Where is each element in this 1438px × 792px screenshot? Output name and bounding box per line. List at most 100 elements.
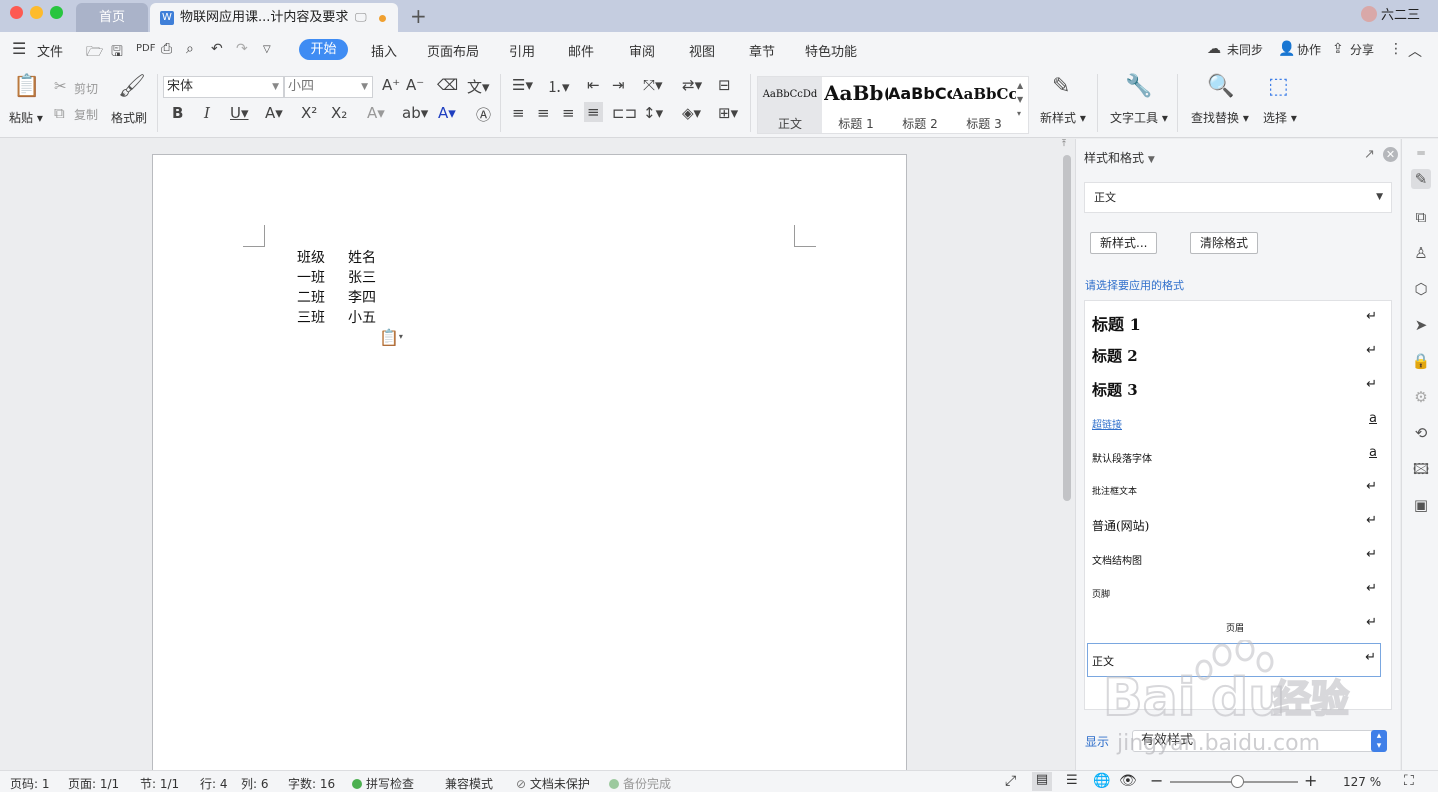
italic-icon[interactable]: I xyxy=(204,104,210,122)
text-effect-icon[interactable]: A▾ xyxy=(367,104,385,122)
zoom-out-button[interactable]: − xyxy=(1150,771,1163,790)
cube-icon[interactable]: ⬡ xyxy=(1411,279,1431,299)
bullet-list-icon[interactable]: ☰▾ xyxy=(512,76,533,94)
panel-popout-icon[interactable]: ↗ xyxy=(1364,147,1375,162)
character-border-icon[interactable]: Ⓐ xyxy=(476,104,491,125)
collaborate-icon[interactable]: 👤 xyxy=(1278,41,1295,57)
strikethrough-icon[interactable]: A▾ xyxy=(265,104,283,122)
fit-page-icon[interactable]: ⛶ xyxy=(1404,773,1414,789)
style-item-header[interactable]: 页眉 ↵ xyxy=(1085,609,1391,643)
underline-icon[interactable]: U▾ xyxy=(230,104,249,122)
cursor-select-icon[interactable]: ➤ xyxy=(1411,315,1431,335)
zoom-in-button[interactable]: + xyxy=(1304,771,1317,790)
style-item-default-font[interactable]: 默认段落字体 a xyxy=(1085,439,1391,473)
format-brush-icon[interactable]: ♙ xyxy=(1411,243,1431,263)
new-style-icon[interactable]: ✎ xyxy=(1052,74,1070,99)
status-pages[interactable]: 页面: 1/1 xyxy=(68,775,119,792)
font-size-select[interactable]: 小四 ▼ xyxy=(284,76,373,98)
bold-icon[interactable]: B xyxy=(172,104,183,122)
status-column[interactable]: 列: 6 xyxy=(241,775,269,792)
style-edit-icon[interactable]: ✎ xyxy=(1411,169,1431,189)
find-replace-icon[interactable]: 🔍 xyxy=(1207,74,1234,99)
share-button[interactable]: 分享 xyxy=(1350,41,1374,58)
user-account[interactable]: 六二三 xyxy=(1360,5,1420,27)
justify-icon[interactable]: ≡ xyxy=(584,102,603,122)
print-icon[interactable]: ⎙ xyxy=(161,41,172,57)
grow-font-icon[interactable]: A⁺ xyxy=(382,76,400,94)
format-painter-icon[interactable]: 🖌 xyxy=(118,74,146,99)
paste-icon[interactable]: 📋 xyxy=(13,74,40,99)
copy-button[interactable]: 复制 xyxy=(74,106,98,123)
undo-icon[interactable]: ↶ xyxy=(211,41,223,57)
line-spacing-icon[interactable]: ↕▾ xyxy=(643,104,663,122)
style-preview-heading2[interactable]: AaBbCc 标题 2 xyxy=(888,77,952,133)
style-preview-normal[interactable]: AaBbCcDd 正文 xyxy=(758,77,822,133)
style-item-normal-web[interactable]: 普通(网站) ↵ xyxy=(1085,507,1391,541)
panel-close-icon[interactable]: ✕ xyxy=(1383,147,1398,162)
adjust-sliders-icon[interactable]: ⚙ xyxy=(1411,387,1431,407)
clear-format-button[interactable]: 清除格式 xyxy=(1190,232,1259,254)
collaborate-button[interactable]: 协作 xyxy=(1297,41,1321,58)
minimize-window-button[interactable] xyxy=(30,6,43,19)
subscript-icon[interactable]: X₂ xyxy=(331,104,347,122)
align-left-icon[interactable]: ≡ xyxy=(512,104,525,122)
doc-protection[interactable]: ⊘ 文档未保护 xyxy=(516,775,590,792)
hamburger-menu-icon[interactable]: ☰ xyxy=(12,39,26,58)
status-section[interactable]: 节: 1/1 xyxy=(140,775,179,792)
cloud-sync-icon[interactable]: ☁ xyxy=(1207,41,1221,57)
chinese-layout-icon[interactable]: ⤧▾ xyxy=(643,76,663,94)
align-right-icon[interactable]: ≡ xyxy=(562,104,575,122)
format-painter-button[interactable]: 格式刷 xyxy=(111,109,147,126)
outline-view-icon[interactable]: ☰ xyxy=(1066,773,1078,788)
menu-tab-start[interactable]: 开始 xyxy=(299,39,348,60)
show-marks-icon[interactable]: ⊟ xyxy=(718,76,731,94)
new-style-dialog-button[interactable]: 新样式... xyxy=(1090,232,1158,254)
eye-protection-icon[interactable]: 👁 xyxy=(1119,773,1137,789)
superscript-icon[interactable]: X² xyxy=(301,104,317,122)
scroll-top-icon[interactable]: ⤒ xyxy=(1062,139,1066,149)
style-preview-heading1[interactable]: AaBb( 标题 1 xyxy=(824,77,888,133)
style-item-footer[interactable]: 页脚 ↵ xyxy=(1085,575,1391,609)
zoom-slider[interactable] xyxy=(1170,775,1298,788)
decrease-indent-icon[interactable]: ⇤ xyxy=(587,76,600,94)
paste-button[interactable]: 粘贴 ▾ xyxy=(9,109,43,126)
font-name-select[interactable]: 宋体 ▼ xyxy=(163,76,284,98)
style-item-heading1[interactable]: 标题 1 ↵ xyxy=(1085,303,1391,337)
cut-icon[interactable]: ✂ xyxy=(54,77,67,95)
text-tools-button[interactable]: 文字工具 ▾ xyxy=(1110,109,1168,126)
open-folder-icon[interactable]: 🗁 xyxy=(86,41,103,65)
menu-tab-references[interactable]: 引用 xyxy=(509,41,535,60)
zoom-level[interactable]: 127 % xyxy=(1343,775,1381,789)
tab-document[interactable]: W 物联网应用课...计内容及要求 🖵 xyxy=(150,3,398,32)
style-item-heading2[interactable]: 标题 2 ↵ xyxy=(1085,337,1391,371)
clear-format-icon[interactable]: ⌫ xyxy=(437,76,458,94)
menu-tab-view[interactable]: 视图 xyxy=(689,41,715,60)
spell-check-toggle[interactable]: 拼写检查 xyxy=(352,775,414,792)
fullscreen-icon[interactable]: ⤢ xyxy=(1005,773,1016,789)
add-tab-button[interactable]: + xyxy=(410,3,427,29)
menu-tab-features[interactable]: 特色功能 xyxy=(805,41,857,60)
menu-tab-review[interactable]: 审阅 xyxy=(629,41,655,60)
scrollbar-thumb[interactable] xyxy=(1063,155,1071,501)
image-icon[interactable]: 🖾 xyxy=(1411,459,1431,479)
shading-icon[interactable]: ◈▾ xyxy=(682,104,701,122)
cut-button[interactable]: 剪切 xyxy=(74,80,98,97)
style-item-normal[interactable]: 正文 ↵ xyxy=(1087,643,1381,677)
redo-icon[interactable]: ↷ xyxy=(236,41,248,57)
numbered-list-icon[interactable]: ⒈▾ xyxy=(547,76,570,97)
close-window-button[interactable] xyxy=(10,6,23,19)
collapse-ribbon-icon[interactable]: ︿ xyxy=(1408,41,1422,61)
sync-status[interactable]: 未同步 xyxy=(1227,41,1263,58)
collapse-strip-icon[interactable]: ═ xyxy=(1411,143,1431,163)
highlight-icon[interactable]: ab▾ xyxy=(402,104,428,122)
status-row[interactable]: 行: 4 xyxy=(200,775,228,792)
new-style-button[interactable]: 新样式 ▾ xyxy=(1040,109,1086,126)
menu-tab-insert[interactable]: 插入 xyxy=(371,41,397,60)
style-item-document-map[interactable]: 文档结构图 ↵ xyxy=(1085,541,1391,575)
menu-tab-mail[interactable]: 邮件 xyxy=(568,41,594,60)
find-replace-button[interactable]: 查找替换 ▾ xyxy=(1191,109,1249,126)
paste-options-icon[interactable]: 📋▾ xyxy=(379,328,403,347)
menu-file[interactable]: 文件 xyxy=(37,41,63,60)
export-pdf-icon[interactable]: PDF xyxy=(136,43,155,54)
shrink-font-icon[interactable]: A⁻ xyxy=(406,76,424,94)
